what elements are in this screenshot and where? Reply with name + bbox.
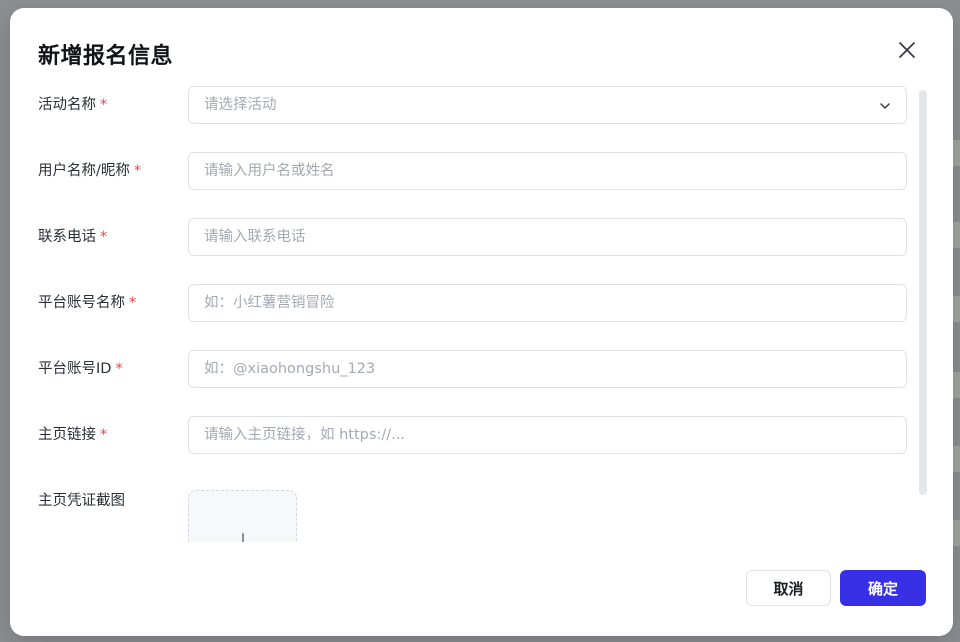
form-scrollbar[interactable] xyxy=(919,90,927,495)
required-mark: * xyxy=(129,295,137,311)
form-body: 活动名称* 请选择活动 用户名称/昵称* 联系电话* 平台账号名称* 平台账号I… xyxy=(10,86,953,542)
required-mark: * xyxy=(100,97,108,113)
chevron-down-icon xyxy=(880,103,890,109)
close-icon xyxy=(899,42,915,58)
required-mark: * xyxy=(100,229,108,245)
screenshot-upload[interactable] xyxy=(188,490,297,542)
required-mark: * xyxy=(133,163,142,179)
form-row-phone: 联系电话 * xyxy=(38,218,908,256)
homepage-screenshot-label: 主页凭证截图 xyxy=(38,493,125,509)
homepage-link-input[interactable] xyxy=(188,416,907,454)
platform-account-name-label: 平台账号名称 * xyxy=(38,295,137,311)
platform-account-id-input[interactable] xyxy=(188,350,907,388)
dialog-title: 新增报名信息 xyxy=(38,44,174,69)
form-row-activity: 活动名称 * 请选择活动 xyxy=(38,86,908,124)
scrollbar-thumb[interactable] xyxy=(919,90,927,495)
platform-account-name-input[interactable] xyxy=(188,284,907,322)
activity-label: 活动名称 * xyxy=(38,97,108,113)
activity-select-placeholder: 请选择活动 xyxy=(204,97,277,113)
form-row-homepage-link: 主页链接 * xyxy=(38,416,908,454)
close-button[interactable] xyxy=(895,38,919,62)
activity-select[interactable]: 请选择活动 xyxy=(188,86,907,124)
phone-input[interactable] xyxy=(188,218,907,256)
user-name-input[interactable] xyxy=(188,152,907,190)
platform-account-id-label: 平台账号ID * xyxy=(38,361,123,377)
homepage-link-label: 主页链接 * xyxy=(38,427,108,443)
form-row-platform-account-name: 平台账号名称 * xyxy=(38,284,908,322)
add-registration-dialog: 新增报名信息 活动名称* 请选择活动 用户名称/昵称* 联系电话* 平台账号名称… xyxy=(10,8,953,636)
cancel-button[interactable]: 取消 xyxy=(746,570,831,606)
plus-icon xyxy=(242,533,244,542)
required-mark: * xyxy=(100,427,108,443)
required-mark: * xyxy=(115,361,123,377)
form-row-platform-account-id: 平台账号ID * xyxy=(38,350,908,388)
user-name-label: 用户名称/昵称 * xyxy=(38,163,142,179)
form-row-homepage-screenshot: 主页凭证截图 xyxy=(38,482,908,542)
phone-label: 联系电话 * xyxy=(38,229,108,245)
form-row-user-name: 用户名称/昵称 * xyxy=(38,152,908,190)
confirm-button[interactable]: 确定 xyxy=(840,570,926,606)
